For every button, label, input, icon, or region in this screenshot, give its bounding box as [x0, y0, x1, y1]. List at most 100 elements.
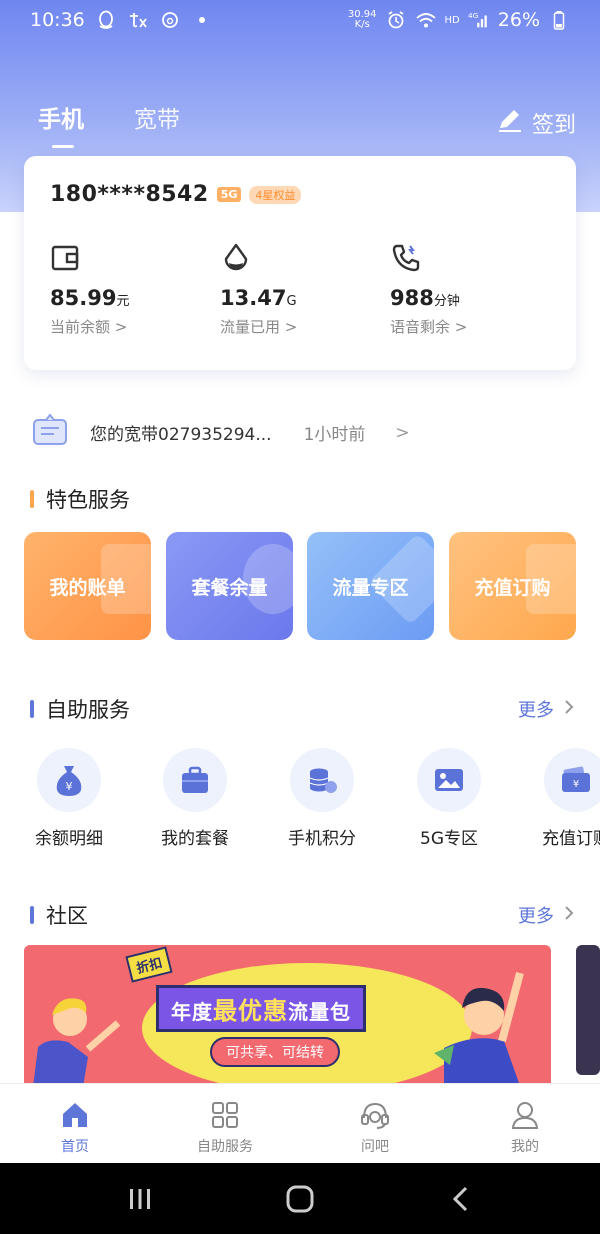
banner-tag: 折扣 [125, 946, 173, 983]
service-label: 充值订购 [542, 829, 600, 849]
account-stats: 85.99元 当前余额 > 13.47G 流量已用 > 988分钟 语音剩余 > [50, 242, 560, 337]
banner-title-pre: 年度 [171, 1000, 213, 1024]
cartoon-man-left-illustration [33, 998, 121, 1083]
service-label: 我的套餐 [161, 829, 229, 849]
svg-text:¥: ¥ [573, 779, 579, 790]
notice-time: 1小时前 [303, 425, 366, 445]
5g-badge: 5G [216, 187, 242, 202]
stat-balance[interactable]: 85.99元 当前余额 > [50, 242, 220, 337]
data-used-label: 流量已用 > [220, 318, 298, 336]
home-button[interactable] [275, 1174, 325, 1224]
service-recharge[interactable]: ¥ 充值订购 [521, 748, 600, 849]
chevron-right-icon [564, 699, 574, 720]
user-icon [508, 1098, 542, 1132]
star-level-badge[interactable]: 4星权益 [249, 185, 302, 204]
more-notifications-dot-icon [191, 9, 213, 31]
recent-apps-icon [130, 1188, 150, 1209]
service-my-plan[interactable]: 我的套餐 [140, 748, 250, 849]
service-label: 余额明细 [35, 829, 103, 849]
service-points[interactable]: 手机积分 [267, 748, 377, 849]
nav-home[interactable]: 首页 [0, 1084, 150, 1163]
nav-label: 首页 [61, 1139, 89, 1155]
weibo-icon [159, 9, 181, 31]
featured-services: 我的账单 套餐余量 流量专区 充值订购 [24, 532, 584, 640]
section-bar [30, 906, 34, 924]
data-used-unit: G [286, 294, 297, 309]
broadband-notice[interactable]: 您的宽带027935294... 1小时前 > [30, 410, 570, 455]
data-used-value: 13.47 [220, 286, 287, 310]
account-card: 180****8542 5G 4星权益 85.99元 当前余额 > 13.47G… [24, 156, 576, 370]
feature-label: 充值订购 [474, 576, 551, 599]
stat-voice-remaining[interactable]: 988分钟 语音剩余 > [390, 242, 560, 337]
voice-remaining-value: 988 [390, 286, 434, 310]
network-speed: 30.94 K/s [348, 10, 377, 30]
banner-title-post: 流量包 [288, 1000, 351, 1024]
section-bar [30, 490, 34, 508]
phone-icon [390, 242, 422, 274]
tab-mobile[interactable]: 手机 [38, 100, 84, 148]
pencil-icon [496, 106, 524, 140]
service-label: 手机积分 [288, 829, 356, 849]
phone-number: 180****8542 [50, 182, 209, 207]
nav-label: 问吧 [361, 1139, 389, 1155]
signal-type: 4G [468, 11, 479, 20]
recent-apps-button[interactable] [115, 1174, 165, 1224]
feature-plan-balance[interactable]: 套餐余量 [166, 532, 293, 640]
signal-icon: 4G [468, 9, 490, 31]
community-banner[interactable]: 折扣 年度最优惠流量包 可共享、可结转 [24, 945, 551, 1083]
self-service-more-link[interactable]: 更多 [518, 696, 574, 722]
community-banner-next[interactable] [576, 945, 600, 1075]
notice-text: 您的宽带027935294... [90, 425, 272, 445]
feature-label: 我的账单 [49, 576, 126, 599]
self-service-title: 自助服务 [46, 698, 130, 722]
picture-icon [417, 748, 481, 812]
feature-label: 流量专区 [332, 576, 409, 599]
back-button[interactable] [435, 1174, 485, 1224]
phone-row: 180****8542 5G 4星权益 [50, 182, 302, 207]
qq-icon [95, 9, 117, 31]
signin-button[interactable]: 签到 [496, 106, 576, 140]
coins-icon [290, 748, 354, 812]
wallet-card-icon: ¥ [544, 748, 600, 812]
nav-self-service[interactable]: 自助服务 [150, 1084, 300, 1163]
tab-broadband[interactable]: 宽带 [134, 100, 180, 134]
hd-indicator: HD [444, 14, 460, 26]
app-notification-icon [127, 9, 149, 31]
feature-my-bill[interactable]: 我的账单 [24, 532, 151, 640]
service-balance-detail[interactable]: ¥ 余额明细 [14, 748, 124, 849]
stat-data-used[interactable]: 13.47G 流量已用 > [220, 242, 390, 337]
feature-data-zone[interactable]: 流量专区 [307, 532, 434, 640]
balance-value: 85.99 [50, 286, 117, 310]
featured-section-title: 特色服务 [30, 484, 130, 514]
balance-label: 当前余额 > [50, 318, 128, 336]
feature-recharge[interactable]: 充值订购 [449, 532, 576, 640]
feature-label: 套餐余量 [191, 576, 268, 599]
more-label: 更多 [518, 700, 554, 721]
water-drop-icon [220, 242, 252, 274]
bottom-nav: 首页 自助服务 问吧 我的 [0, 1083, 600, 1163]
alarm-icon [385, 9, 407, 31]
nav-mine[interactable]: 我的 [450, 1084, 600, 1163]
community-section-title: 社区 [30, 900, 88, 930]
home-rounded-square-icon [286, 1185, 314, 1212]
service-5g-zone[interactable]: 5G专区 [394, 748, 504, 849]
money-bag-icon: ¥ [37, 748, 101, 812]
banner-subtitle: 可共享、可结转 [210, 1037, 340, 1067]
network-speed-unit: K/s [354, 19, 370, 30]
cartoon-man-right-illustration [434, 971, 524, 1083]
top-tabs: 手机 宽带 [38, 100, 180, 148]
more-label: 更多 [518, 906, 554, 927]
chevron-right-icon [564, 905, 574, 926]
service-label: 5G专区 [420, 829, 478, 849]
back-chevron-icon [452, 1186, 468, 1211]
banner-title: 年度最优惠流量包 [156, 985, 366, 1032]
banner-title-highlight: 最优惠 [213, 997, 288, 1025]
community-more-link[interactable]: 更多 [518, 902, 574, 928]
system-nav-bar [0, 1163, 600, 1234]
svg-text:¥: ¥ [66, 780, 73, 793]
wifi-icon [415, 9, 437, 31]
briefcase-icon [163, 748, 227, 812]
nav-label: 自助服务 [197, 1139, 253, 1155]
nav-ask[interactable]: 问吧 [300, 1084, 450, 1163]
self-service-section-title: 自助服务 [30, 694, 130, 724]
